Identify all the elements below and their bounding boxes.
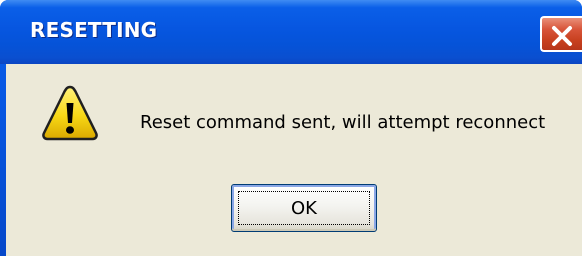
ok-button-label: OK [291,198,317,219]
dialog-message: Reset command sent, will attempt reconne… [140,112,546,133]
title-bar[interactable]: RESETTING [0,0,582,64]
close-icon [552,26,572,46]
ok-button[interactable]: OK [231,184,377,232]
warning-icon [42,85,98,141]
dialog-window: RESETTING Reset command sent, will attem… [0,0,582,256]
close-button[interactable] [540,16,582,52]
dialog-title: RESETTING [30,18,158,42]
